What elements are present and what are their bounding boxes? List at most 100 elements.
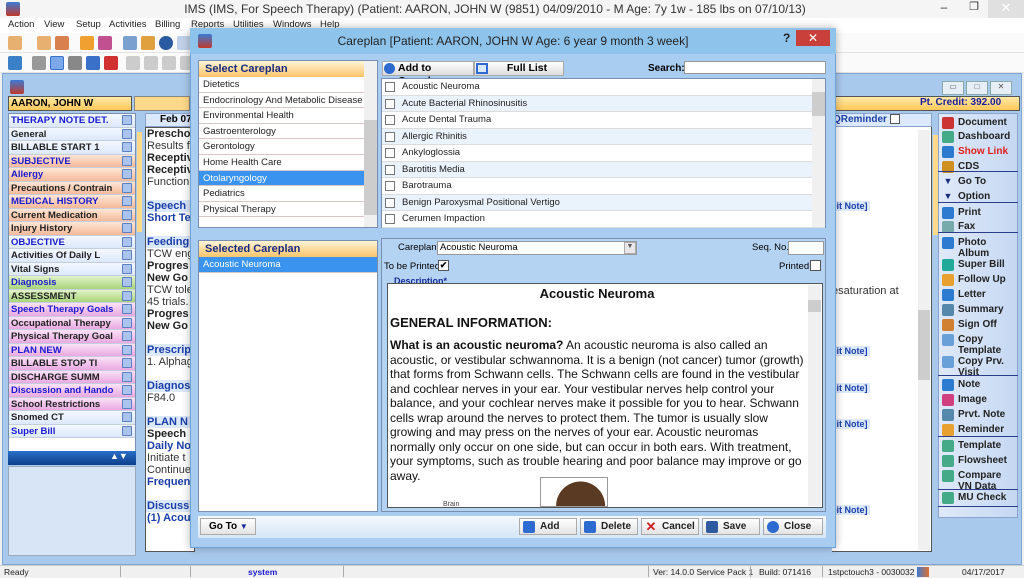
sidebar-item-letter[interactable]: Letter [942,289,1018,301]
nav-item[interactable]: Speech Therapy Goals [9,303,135,317]
edit-record-icon[interactable] [50,56,64,70]
condition-scroll-thumb[interactable] [812,92,825,116]
sidebar-item-image[interactable]: Image [942,394,1018,406]
shield-icon[interactable] [159,36,173,50]
provider-icon[interactable] [37,36,51,50]
sidebar-item-document[interactable]: Document [942,117,1018,129]
nav-item[interactable]: Physical Therapy Goal [9,330,135,344]
note-edit-icon[interactable] [122,398,132,409]
condition-checkbox[interactable] [385,82,395,92]
nav-item[interactable]: Activities Of Daily L [9,249,135,263]
note-edit-icon[interactable] [122,250,132,260]
sidebar-item-dashboard[interactable]: Dashboard [942,131,1018,143]
nav-item[interactable]: Vital Signs [9,262,135,276]
print-icon[interactable] [86,56,100,70]
nav-scroll-arrows[interactable]: ▲▼ [110,451,128,461]
close-button[interactable]: Close [763,518,823,535]
description-scrollbar[interactable] [808,285,821,506]
delete-record-icon[interactable] [68,56,82,70]
sidebar-item-photo-album[interactable]: Photo Album [942,237,1018,259]
note-edit-icon[interactable] [122,385,132,395]
condition-checkbox[interactable] [385,98,395,109]
qreminder-checkbox[interactable] [889,114,900,125]
nav-item[interactable]: PLAN NEW [9,343,135,357]
nav-item[interactable]: School Restrictions [9,397,135,411]
nav-item[interactable]: Precautions / Contrain [9,181,135,195]
condition-list-item[interactable]: Ankyloglossia [382,145,825,162]
open-folder-icon[interactable] [8,56,22,70]
cancel-button[interactable]: ✕ Cancel [641,518,699,535]
sidebar-item-reminder[interactable]: Reminder [942,424,1018,436]
nav-item[interactable]: OBJECTIVE [9,235,135,249]
menu-setup[interactable]: Setup [76,19,101,30]
description-editor[interactable]: Acoustic Neuroma GENERAL INFORMATION: Wh… [387,283,823,508]
sidebar-item-super-bill[interactable]: Super Bill [942,259,1018,271]
careplan-list-item[interactable]: Pediatrics [199,186,377,202]
chevron-down-icon[interactable]: ▼ [624,242,636,254]
next-record-icon[interactable] [162,56,176,70]
condition-list-item[interactable]: Acoustic Neuroma [382,79,825,96]
nav-item[interactable]: Current Medication [9,208,135,222]
note-maximize-button[interactable]: □ [966,81,988,95]
nav-item[interactable]: Super Bill [9,424,135,438]
careplan-list-item[interactable]: Dietetics [199,77,377,93]
condition-checkbox[interactable] [385,164,395,175]
prev-record-icon[interactable] [144,56,158,70]
note-edit-icon[interactable] [122,128,132,139]
sidebar-item-prvt-note[interactable]: Prvt. Note [942,409,1018,421]
menu-view[interactable]: View [44,19,64,30]
note-edit-icon[interactable] [122,196,132,206]
note-edit-icon[interactable] [122,115,132,125]
note-edit-icon[interactable] [122,223,132,233]
edit-note-link[interactable]: lit Note] [832,505,870,515]
careplan-list-item[interactable]: Physical Therapy [199,202,377,218]
add-button[interactable]: Add [519,518,577,535]
nav-item[interactable]: DISCHARGE SUMM [9,370,135,384]
patient-info-icons[interactable] [134,96,190,111]
nav-item[interactable]: Occupational Therapy [9,316,135,330]
document-icon[interactable] [177,36,191,50]
note-edit-icon[interactable] [122,142,132,152]
help-button[interactable]: ? [783,31,790,45]
sidebar-item-flowsheet[interactable]: Flowsheet [942,455,1018,467]
sidebar-item-sign-off[interactable]: Sign Off [942,319,1018,331]
heart-icon[interactable] [104,56,118,70]
note-edit-icon[interactable] [122,358,132,368]
careplan-list-item[interactable]: Gerontology [199,139,377,155]
condition-list-item[interactable]: Cerumen Impaction [382,211,825,228]
add-record-icon[interactable] [32,56,46,70]
note-edit-icon[interactable] [122,277,132,287]
condition-checkbox[interactable] [385,214,395,224]
note-edit-icon[interactable] [122,263,132,274]
sidebar-item-print[interactable]: Print [942,207,1018,219]
condition-checkbox[interactable] [385,148,395,158]
selected-careplan-item[interactable]: Acoustic Neuroma [199,257,377,273]
careplan-list-item[interactable]: Home Health Care [199,155,377,171]
sidebar-item-summary[interactable]: Summary [942,304,1018,316]
note-edit-icon[interactable] [122,155,132,166]
sidebar-item-go-to[interactable]: ▼ Go To [942,176,1018,188]
condition-checkbox[interactable] [385,131,395,142]
note-minimize-button[interactable]: ▭ [942,81,964,95]
lab-flask-icon[interactable] [141,36,155,50]
note-edit-icon[interactable] [122,236,132,247]
to-be-printed-checkbox[interactable]: ✔ [438,260,449,271]
nav-item[interactable]: Snomed CT [9,411,135,425]
provider-check-icon[interactable] [55,36,69,50]
prescription-icon[interactable] [123,36,137,50]
condition-list-item[interactable]: Barotitis Media [382,161,825,178]
condition-list-item[interactable]: Benign Paroxysmal Positional Vertigo [382,194,825,211]
note-date-header[interactable]: Feb 07 [145,113,195,127]
edit-note-link[interactable]: lit Note] [832,383,870,393]
note-edit-icon[interactable] [122,209,132,220]
careplan-select[interactable]: Acoustic Neuroma [437,241,637,255]
add-to-careplan-button[interactable]: Add to Careplan [382,61,474,87]
note-edit-icon[interactable] [122,425,132,436]
condition-checkbox[interactable] [385,181,395,191]
edit-note-link[interactable]: lit Note] [832,346,870,356]
careplan-list-item[interactable]: Endocrinology And Metabolic Disease [199,93,377,109]
condition-list-item[interactable]: Acute Dental Trauma [382,112,825,129]
sidebar-item-mu-check[interactable]: MU Check [942,492,1018,504]
careplan-scroll-thumb[interactable] [364,120,377,215]
folder-icon[interactable] [80,36,94,50]
